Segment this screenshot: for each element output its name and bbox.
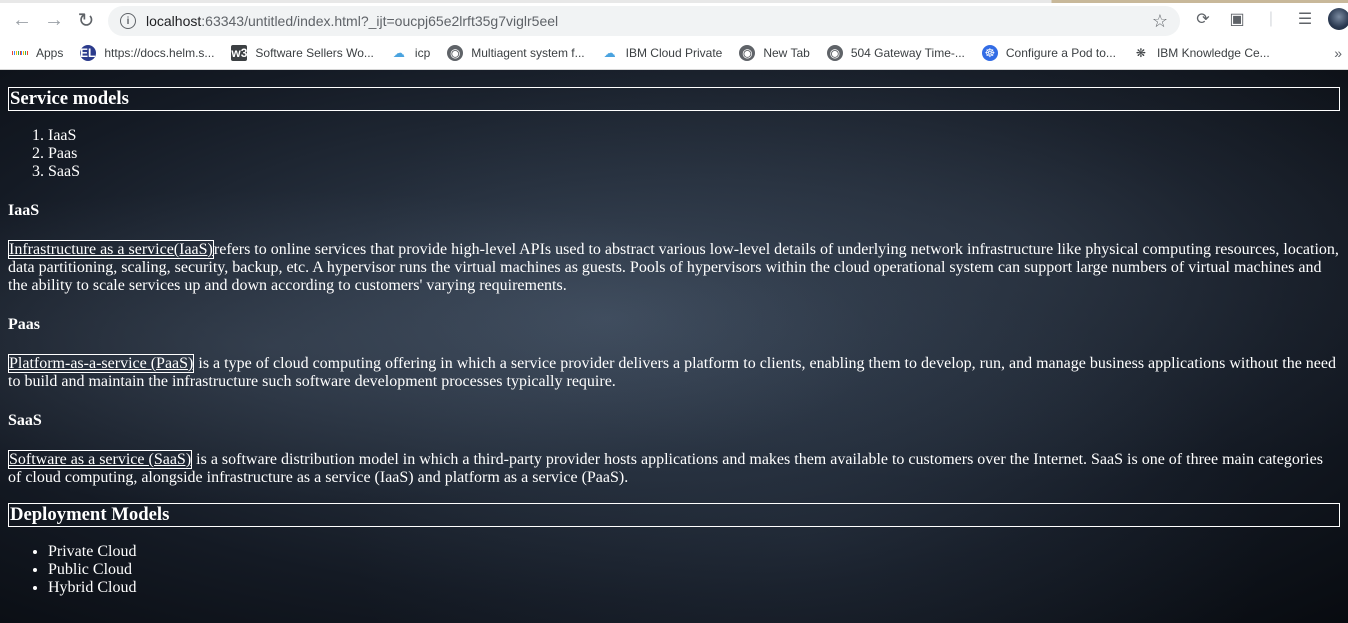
list-item: Hybrid Cloud [48, 579, 1340, 597]
bookmark-label: New Tab [763, 46, 810, 60]
paas-description: is a type of cloud computing offering in… [8, 355, 1336, 390]
bookmark-new-tab[interactable]: ◉ New Tab [739, 45, 810, 61]
forward-arrow-icon[interactable]: → [40, 6, 68, 34]
cloud-icon: ☁ [392, 46, 405, 60]
bookmarks-bar: Apps HELM https://docs.helm.s... w3 Soft… [0, 37, 1348, 70]
list-item: IaaS [48, 127, 1340, 145]
list-item: SaaS [48, 163, 1340, 181]
extension-refresh-icon[interactable]: ⟳ [1192, 8, 1214, 30]
deployment-models-heading: Deployment Models [8, 503, 1340, 527]
separator-icon: | [1268, 10, 1274, 27]
bookmark-ibm-knowledge[interactable]: ❋ IBM Knowledge Ce... [1133, 45, 1270, 61]
globe-icon: ◉ [826, 45, 843, 61]
globe-icon: ◉ [447, 45, 464, 61]
saas-heading: SaaS [8, 412, 42, 429]
bookmark-504-gateway[interactable]: ◉ 504 Gateway Time-... [826, 45, 965, 61]
reading-list-icon[interactable]: ☰ [1294, 8, 1316, 30]
helm-icon: HELM [71, 45, 106, 61]
service-models-heading: Service models [8, 87, 1340, 111]
browser-toolbar: ← → ↻ i localhost:63343/untitled/index.h… [0, 3, 1348, 37]
saas-description: is a software distribution model in whic… [8, 451, 1323, 486]
site-info-icon[interactable]: i [120, 13, 136, 29]
ibm-knowledge-icon: ❋ [1135, 46, 1146, 60]
paas-heading: Paas [8, 316, 40, 333]
bookmark-label: 504 Gateway Time-... [850, 46, 965, 60]
bookmark-label: IBM Cloud Private [625, 46, 723, 60]
bookmark-apps[interactable]: Apps [12, 45, 63, 61]
list-item: Private Cloud [48, 543, 1340, 561]
reload-icon[interactable]: ↻ [72, 6, 100, 34]
bookmark-software-sellers[interactable]: w3 Software Sellers Wo... [231, 45, 374, 61]
bookmark-icp[interactable]: ☁ icp [391, 45, 430, 61]
back-arrow-icon[interactable]: ← [8, 6, 36, 34]
bookmarks-overflow-icon[interactable]: » [1334, 45, 1342, 61]
bookmark-label: Configure a Pod to... [1005, 46, 1116, 60]
profile-avatar[interactable] [1328, 8, 1348, 30]
bookmark-multiagent[interactable]: ◉ Multiagent system f... [447, 45, 585, 61]
url-path: :63343/untitled/index.html?_ijt=oucpj65e… [201, 13, 559, 29]
paas-paragraph: Platform-as-a-service (PaaS) is a type o… [8, 354, 1340, 391]
deployment-models-list: Private Cloud Public Cloud Hybrid Cloud [8, 543, 1340, 597]
cloud-icon: ☁ [603, 46, 616, 60]
page-content: Service models IaaS Paas SaaS IaaS Infra… [0, 70, 1348, 623]
w3-icon: w3 [231, 45, 248, 61]
bookmark-helm-docs[interactable]: HELM https://docs.helm.s... [71, 45, 215, 61]
bookmark-label: Software Sellers Wo... [255, 46, 374, 60]
bookmark-label: IBM Knowledge Ce... [1156, 46, 1270, 60]
iaas-link[interactable]: Infrastructure as a service(IaaS) [8, 240, 214, 259]
iaas-heading: IaaS [8, 202, 40, 219]
bookmark-label: Apps [36, 46, 64, 60]
bookmark-label: icp [414, 46, 431, 60]
apps-grid-icon [12, 45, 29, 61]
service-models-list: IaaS Paas SaaS [8, 127, 1340, 181]
paas-link[interactable]: Platform-as-a-service (PaaS) [8, 354, 195, 373]
globe-icon: ◉ [739, 45, 756, 61]
bookmark-star-icon[interactable]: ☆ [1152, 11, 1168, 32]
list-item: Public Cloud [48, 561, 1340, 579]
list-item: Paas [48, 145, 1340, 163]
bookmark-label: https://docs.helm.s... [104, 46, 215, 60]
kubernetes-icon: ☸ [981, 45, 998, 61]
extension-puzzle-icon[interactable]: ▣ [1226, 8, 1248, 30]
address-bar[interactable]: i localhost:63343/untitled/index.html?_i… [108, 6, 1180, 36]
bookmark-label: Multiagent system f... [471, 46, 585, 60]
toolbar-extensions: ⟳ ▣ | ☰ ⋮ [1192, 8, 1348, 30]
url-host: localhost [146, 13, 202, 29]
bookmark-configure-pod[interactable]: ☸ Configure a Pod to... [981, 45, 1116, 61]
bookmark-ibm-cloud-private[interactable]: ☁ IBM Cloud Private [602, 45, 723, 61]
saas-paragraph: Software as a service (SaaS) is a softwa… [8, 450, 1340, 487]
saas-link[interactable]: Software as a service (SaaS) [8, 450, 193, 469]
url-text[interactable]: localhost:63343/untitled/index.html?_ijt… [146, 13, 558, 29]
iaas-paragraph: Infrastructure as a service(IaaS)refers … [8, 240, 1340, 295]
